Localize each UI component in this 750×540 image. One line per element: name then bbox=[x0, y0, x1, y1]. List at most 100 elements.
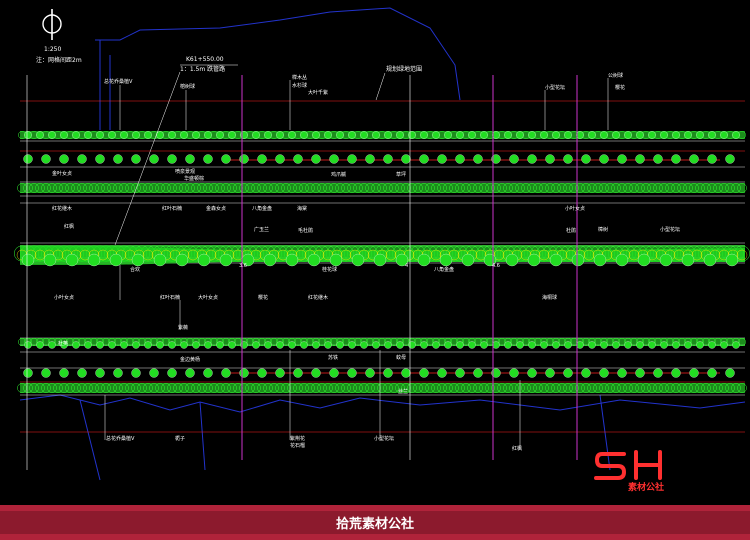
tree-symbol bbox=[516, 341, 524, 349]
tree-symbol bbox=[455, 154, 465, 164]
tree-symbol bbox=[36, 131, 44, 139]
boundary-line bbox=[95, 7, 461, 101]
tree-symbol bbox=[528, 341, 536, 349]
plant-label: 红花继木 bbox=[308, 295, 329, 301]
tree-symbol bbox=[372, 131, 380, 139]
tree-symbol bbox=[689, 154, 699, 164]
tree-symbol bbox=[168, 131, 176, 139]
planning-line-label: 规划绿地范围 bbox=[386, 66, 423, 73]
leader-line bbox=[375, 72, 386, 101]
tree-symbol bbox=[599, 154, 609, 164]
tree-symbol bbox=[329, 154, 339, 164]
tree-symbol bbox=[696, 341, 704, 349]
tree-symbol bbox=[480, 341, 488, 349]
tree-symbol bbox=[612, 341, 620, 349]
tree-symbol bbox=[131, 154, 141, 164]
tree-symbol bbox=[311, 154, 321, 164]
plant-label: 草坪 bbox=[396, 172, 407, 178]
plant-label: 喷泉景观 bbox=[175, 169, 196, 175]
plant-label: 杜英 bbox=[58, 341, 69, 347]
tree-symbol bbox=[257, 368, 267, 378]
tree-symbol bbox=[384, 131, 392, 139]
tree-symbol bbox=[480, 131, 488, 139]
tree-symbol bbox=[725, 253, 739, 267]
plant-label: 大叶女贞 bbox=[198, 295, 219, 301]
tree-symbol bbox=[144, 341, 152, 349]
tree-symbol bbox=[351, 253, 365, 267]
plant-label: 红叶石楠 bbox=[160, 295, 181, 301]
plant-label: 丝兰 bbox=[398, 389, 409, 395]
tree-symbol bbox=[732, 131, 740, 139]
tree-symbol bbox=[671, 154, 681, 164]
tree-symbol bbox=[540, 131, 548, 139]
tree-symbol bbox=[444, 131, 452, 139]
tree-symbol bbox=[576, 341, 584, 349]
tree-symbol bbox=[239, 154, 249, 164]
tree-symbol bbox=[396, 341, 404, 349]
tree-symbol bbox=[708, 341, 716, 349]
tree-symbol bbox=[612, 131, 620, 139]
tree-symbol bbox=[239, 368, 249, 378]
tree-symbol bbox=[408, 131, 416, 139]
tree-symbol bbox=[180, 131, 188, 139]
tree-symbol bbox=[456, 341, 464, 349]
tree-symbol bbox=[401, 368, 411, 378]
tree-symbol bbox=[293, 154, 303, 164]
tree-symbol bbox=[408, 341, 416, 349]
tree-symbol bbox=[192, 131, 200, 139]
plant-label: 金叶女贞 bbox=[52, 171, 73, 177]
tree-symbol bbox=[720, 341, 728, 349]
scale-label: 1:250 bbox=[44, 46, 62, 53]
tree-symbol bbox=[77, 368, 87, 378]
tree-symbol bbox=[624, 131, 632, 139]
tree-symbol bbox=[660, 341, 668, 349]
tree-symbol bbox=[257, 154, 267, 164]
tree-symbol bbox=[492, 131, 500, 139]
axis-label-1: 3.6 bbox=[239, 263, 247, 269]
tree-symbol bbox=[95, 368, 105, 378]
tree-symbol bbox=[509, 154, 519, 164]
tree-symbol bbox=[87, 253, 101, 267]
tree-symbol bbox=[43, 253, 57, 267]
tree-symbol bbox=[276, 341, 284, 349]
plant-label: 樱花 bbox=[258, 295, 269, 301]
tree-symbol bbox=[113, 368, 123, 378]
plant-label: 红叶石楠 bbox=[162, 206, 183, 212]
plant-label: 紫荆花 bbox=[290, 436, 306, 442]
tree-symbol bbox=[312, 341, 320, 349]
plant-label: 八角金盘 bbox=[252, 206, 273, 212]
plant-label: 大叶千紫 bbox=[308, 90, 329, 96]
tree-symbol bbox=[167, 154, 177, 164]
tree-symbol bbox=[545, 368, 555, 378]
tree-symbol bbox=[373, 253, 387, 267]
axis-label-2: 4 bbox=[405, 263, 409, 269]
tree-symbol bbox=[312, 131, 320, 139]
tree-symbol bbox=[21, 253, 35, 267]
tree-symbol bbox=[504, 341, 512, 349]
tree-symbol bbox=[24, 341, 32, 349]
tree-symbol bbox=[419, 368, 429, 378]
tree-symbol bbox=[365, 368, 375, 378]
tree-symbol bbox=[131, 368, 141, 378]
tree-symbol bbox=[653, 154, 663, 164]
boundary-line bbox=[99, 40, 111, 130]
axis-label-3: 4.6 bbox=[492, 263, 500, 269]
tree-symbol bbox=[552, 131, 560, 139]
tree-symbol bbox=[689, 368, 699, 378]
tree-symbol bbox=[461, 253, 475, 267]
tree-symbol bbox=[576, 131, 584, 139]
tree-symbol bbox=[527, 154, 537, 164]
tree-symbol bbox=[23, 154, 33, 164]
tree-symbol bbox=[72, 341, 80, 349]
tree-symbol bbox=[203, 368, 213, 378]
planting-plan-drawing bbox=[14, 7, 750, 481]
tree-symbol bbox=[307, 253, 321, 267]
tree-symbol bbox=[637, 253, 651, 267]
tree-symbol bbox=[84, 341, 92, 349]
tree-symbol bbox=[648, 341, 656, 349]
tree-symbol bbox=[505, 253, 519, 267]
tree-symbol bbox=[672, 131, 680, 139]
tree-symbol bbox=[635, 154, 645, 164]
slope-label: 1：1.5m 跌管路 bbox=[180, 66, 226, 73]
tree-symbol bbox=[48, 131, 56, 139]
